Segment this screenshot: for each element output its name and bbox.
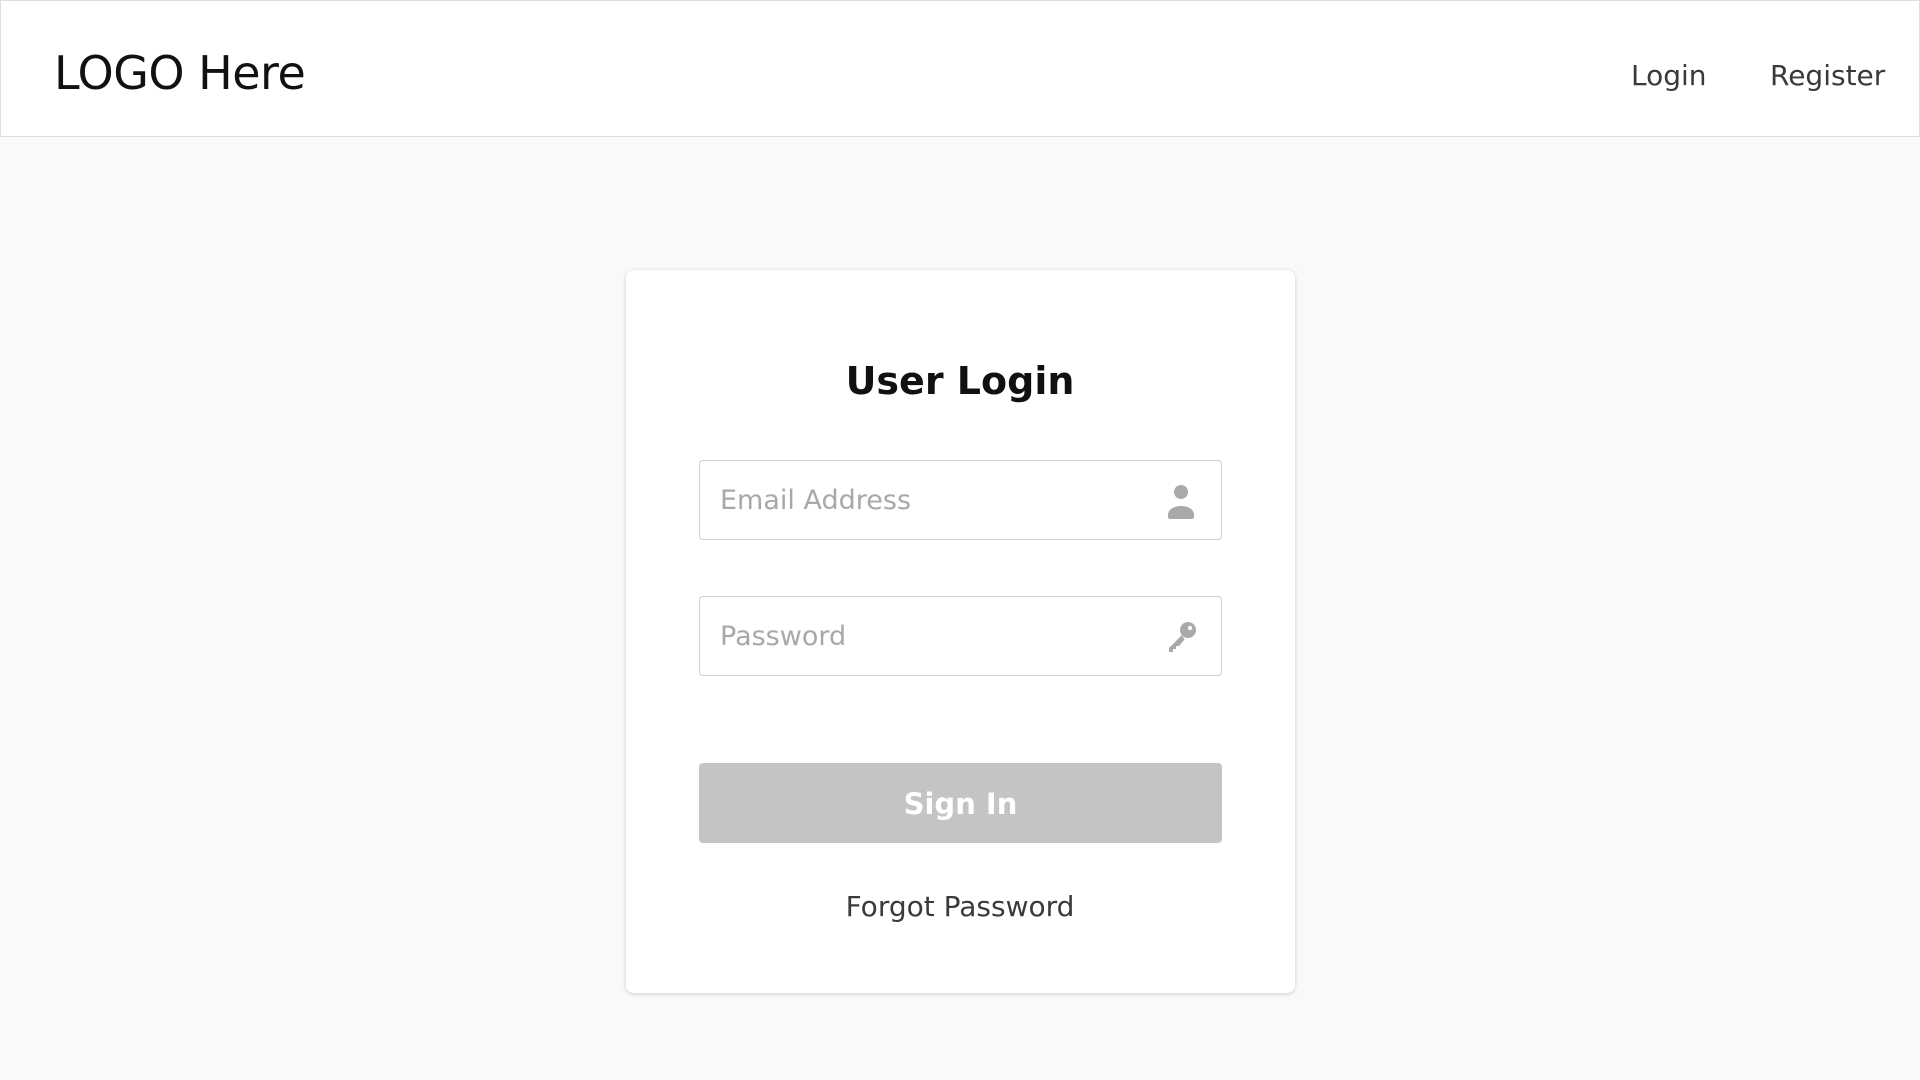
key-icon	[1161, 617, 1201, 657]
top-navbar: LOGO Here Login Register	[0, 0, 1920, 137]
login-title: User Login	[845, 359, 1075, 403]
nav-register-link[interactable]: Register	[1770, 56, 1885, 96]
forgot-password-link[interactable]: Forgot Password	[0, 887, 1920, 927]
email-field[interactable]	[699, 460, 1222, 540]
password-field[interactable]	[699, 596, 1222, 676]
email-input[interactable]	[720, 461, 1150, 539]
user-icon	[1161, 481, 1201, 521]
nav-login-link[interactable]: Login	[1631, 56, 1707, 96]
sign-in-button[interactable]: Sign In	[699, 763, 1222, 843]
logo[interactable]: LOGO Here	[54, 43, 306, 103]
password-input[interactable]	[720, 597, 1150, 675]
